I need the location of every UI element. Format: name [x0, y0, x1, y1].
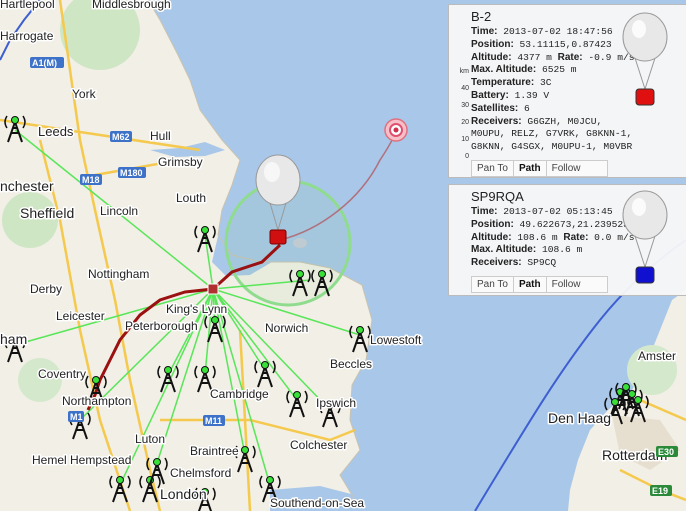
place-label: Hull — [150, 129, 171, 143]
place-label: King's Lynn — [166, 302, 227, 316]
pan-to-button[interactable]: Pan To — [472, 276, 514, 292]
road-shield: M62 — [110, 131, 132, 142]
place-label: Beccles — [330, 357, 372, 371]
place-label: Southend-on-Sea — [270, 496, 364, 510]
balloon-buttons: Pan To Path Follow — [471, 275, 608, 293]
place-label: Hemel Hempstead — [32, 453, 131, 467]
road-shield: M11 — [203, 415, 225, 426]
follow-button[interactable]: Follow — [547, 161, 586, 176]
road-shield: E30 — [656, 446, 678, 457]
place-label: Northampton — [62, 394, 131, 408]
balloon-info-panel-sp9rqa: SP9RQA Time: 2013-07-02 05:13:45 Positio… — [448, 184, 686, 296]
place-label: Hartlepool — [0, 0, 55, 11]
svg-text:M18: M18 — [82, 175, 100, 185]
svg-text:A1(M): A1(M) — [32, 58, 57, 68]
svg-text:M11: M11 — [205, 416, 222, 426]
road-shield: M180 — [118, 167, 146, 178]
svg-text:M180: M180 — [120, 168, 143, 178]
place-label: Lowestoft — [370, 333, 422, 347]
balloon-details: Time: 2013-07-02 18:47:56 Position: 53.1… — [471, 26, 635, 153]
road-shield: M1 — [68, 411, 84, 422]
pan-to-button[interactable]: Pan To — [472, 160, 514, 176]
place-label: Lincoln — [100, 204, 138, 218]
place-label: ham — [0, 331, 27, 347]
balloon-icon — [622, 190, 668, 284]
road-shield: A1(M) — [30, 57, 64, 68]
place-label: Peterborough — [125, 319, 198, 333]
place-label: Grimsby — [158, 155, 203, 169]
place-label: Sheffield — [20, 205, 74, 221]
svg-text:E30: E30 — [658, 447, 674, 457]
balloon-icon — [622, 12, 668, 106]
place-label: Ipswich — [316, 396, 356, 410]
place-label: Middlesbrough — [92, 0, 171, 11]
place-label: Cambridge — [210, 387, 269, 401]
place-label: Braintree — [190, 444, 239, 458]
balloon-details: Time: 2013-07-02 05:13:45 Position: 49.6… — [471, 206, 635, 269]
place-label: Norwich — [265, 321, 308, 335]
place-label: York — [72, 87, 97, 101]
place-label: Harrogate — [0, 29, 54, 43]
place-label: Louth — [176, 191, 206, 205]
balloon-position-square — [207, 283, 219, 295]
place-label: Chelmsford — [170, 466, 231, 480]
place-label: Leeds — [38, 124, 74, 139]
path-button[interactable]: Path — [514, 276, 547, 292]
road-shield: E19 — [650, 485, 672, 496]
place-label: Nottingham — [88, 267, 149, 281]
balloon-buttons: Pan To Path Follow — [471, 159, 608, 177]
follow-button[interactable]: Follow — [547, 277, 586, 292]
place-label: Den Haag — [548, 410, 611, 426]
place-label: Coventry — [38, 367, 86, 381]
road-shield: M18 — [80, 174, 102, 185]
place-label: Luton — [135, 432, 165, 446]
place-label: nchester — [0, 178, 54, 194]
balloon-info-panel-b2: km 40 30 20 10 0 B-2 Time: 2013-07-02 18… — [448, 4, 686, 178]
path-button[interactable]: Path — [514, 160, 547, 176]
place-label: Amster — [638, 349, 676, 363]
place-label: Leicester — [56, 309, 105, 323]
place-label: London — [160, 486, 207, 502]
scale-labels: km 40 30 20 10 0 — [459, 68, 469, 160]
place-label: Derby — [30, 282, 62, 296]
svg-text:E19: E19 — [652, 486, 668, 496]
place-label: Colchester — [290, 438, 347, 452]
svg-text:M1: M1 — [70, 412, 83, 422]
svg-text:M62: M62 — [112, 132, 130, 142]
